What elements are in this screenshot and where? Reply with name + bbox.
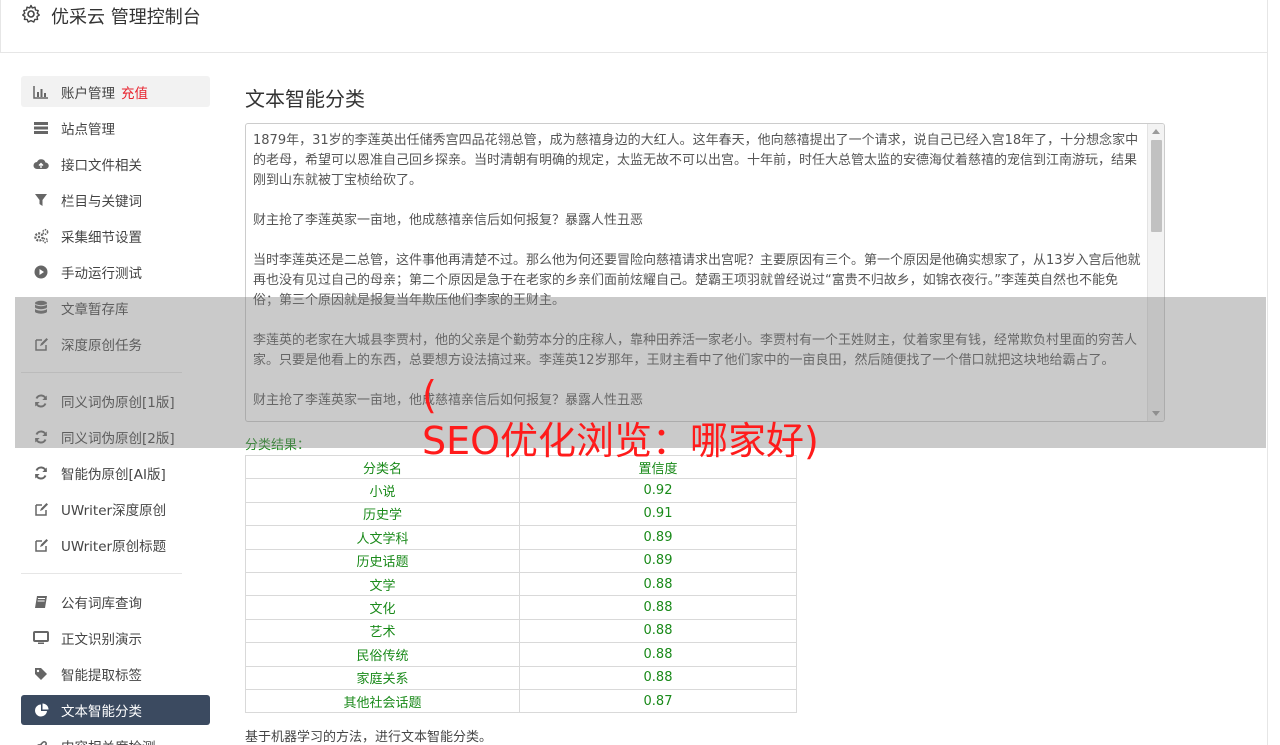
- sidebar-item-label: 接口文件相关: [61, 158, 142, 174]
- cloud-upload-icon: [33, 156, 49, 172]
- server-icon: [33, 120, 49, 136]
- sidebar-item-label: 正文识别演示: [61, 632, 142, 648]
- text-paragraph: 1879年，31岁的李莲英出任储秀宫四品花翎总管，成为慈禧身边的大红人。这年春天…: [253, 133, 1139, 188]
- sidebar-item-uwriter-title[interactable]: UWriter原创标题: [21, 527, 210, 563]
- sidebar-item-smart-ai[interactable]: 智能伪原创[AI版]: [21, 455, 210, 491]
- sidebar-item-manual-test[interactable]: 手动运行测试: [21, 254, 210, 290]
- sidebar-item-interface-files[interactable]: 接口文件相关: [21, 146, 210, 182]
- sidebar-item-columns-keywords[interactable]: 栏目与关键词: [21, 182, 210, 218]
- link-icon: [33, 738, 49, 745]
- confidence-cell: 0.89: [519, 548, 797, 573]
- category-cell: 家庭关系: [245, 665, 520, 690]
- sidebar-item-label: UWriter原创标题: [61, 539, 167, 555]
- overlay-line-2: SEO优化浏览：哪家好): [422, 419, 819, 463]
- footnote-text: 基于机器学习的方法，进行文本智能分类。: [245, 730, 493, 745]
- tag-icon: [33, 666, 49, 682]
- confidence-cell: 0.88: [519, 618, 797, 644]
- sidebar-item-relevance-check[interactable]: 内容相关度检测: [21, 728, 210, 745]
- gears-icon: [33, 228, 49, 244]
- category-cell: 艺术: [245, 618, 520, 644]
- filter-icon: [33, 192, 49, 208]
- pie-chart-icon: [33, 702, 49, 718]
- table-row: 历史学 0.91: [245, 501, 797, 527]
- confidence-cell: 0.91: [519, 501, 797, 527]
- sidebar-item-label: UWriter深度原创: [61, 503, 167, 519]
- confidence-cell: 0.88: [519, 595, 797, 620]
- table-row: 艺术 0.88: [245, 618, 797, 644]
- confidence-cell: 0.92: [519, 478, 797, 503]
- gear-icon: [22, 4, 40, 23]
- category-cell: 其他社会话题: [245, 688, 520, 714]
- category-cell: 文化: [245, 595, 520, 620]
- refresh-icon: [33, 465, 49, 481]
- sidebar-item-extract-tags[interactable]: 智能提取标签: [21, 656, 210, 692]
- right-border: [1267, 0, 1268, 745]
- sidebar-item-account[interactable]: 账户管理 充值: [21, 76, 210, 107]
- table-row: 其他社会话题 0.87: [245, 688, 797, 714]
- sidebar-item-label: 栏目与关键词: [61, 194, 142, 210]
- bar-chart-icon: [33, 84, 49, 100]
- watermark-overlay-text: ( SEO优化浏览：哪家好): [422, 372, 819, 464]
- sidebar-item-label: 手动运行测试: [61, 266, 142, 282]
- text-paragraph: 财主抢了李莲英家一亩地，他成慈禧亲信后如何报复？暴露人性丑恶: [253, 213, 644, 228]
- sidebar-divider: [21, 573, 182, 574]
- overlay-line-1: (: [422, 373, 437, 417]
- sidebar-item-label: 公有词库查询: [61, 596, 142, 612]
- edit-icon: [33, 537, 49, 553]
- sidebar-item-label: 采集细节设置: [61, 230, 142, 246]
- sidebar-item-uwriter-deep[interactable]: UWriter深度原创: [21, 491, 210, 527]
- category-cell: 文学: [245, 571, 520, 597]
- recharge-link[interactable]: 充值: [121, 82, 148, 102]
- sidebar-item-sites[interactable]: 站点管理: [21, 110, 210, 146]
- confidence-cell: 0.88: [519, 571, 797, 597]
- main-content: 文本智能分类: [245, 83, 365, 112]
- category-cell: 历史话题: [245, 548, 520, 573]
- classification-result-table: 分类名 置信度 小说 0.92 历史学 0.91 人文学科 0.89 历史话题 0.89…: [245, 454, 797, 714]
- page-title: 文本智能分类: [245, 87, 365, 111]
- sidebar-item-label: 账户管理: [61, 85, 115, 102]
- sidebar-item-text-classify[interactable]: 文本智能分类: [21, 695, 210, 725]
- table-row: 历史话题 0.89: [245, 548, 797, 573]
- sidebar-item-public-lexicon[interactable]: 公有词库查询: [21, 584, 210, 620]
- confidence-cell: 0.89: [519, 525, 797, 550]
- sidebar-item-body-recognition[interactable]: 正文识别演示: [21, 620, 210, 656]
- play-circle-icon: [33, 264, 49, 280]
- category-cell: 民俗传统: [245, 642, 520, 667]
- category-cell: 人文学科: [245, 525, 520, 550]
- table-row: 文化 0.88: [245, 595, 797, 620]
- confidence-cell: 0.87: [519, 688, 797, 714]
- confidence-cell: 0.88: [519, 642, 797, 667]
- app-title: 优采云 管理控制台: [51, 7, 201, 28]
- sidebar-item-label: 站点管理: [61, 122, 115, 138]
- table-row: 家庭关系 0.88: [245, 665, 797, 690]
- edit-icon: [33, 501, 49, 517]
- category-cell: 小说: [245, 478, 520, 503]
- sidebar-item-label: 文本智能分类: [61, 704, 142, 720]
- table-row: 民俗传统 0.88: [245, 642, 797, 667]
- table-row: 小说 0.92: [245, 478, 797, 503]
- book-icon: [33, 594, 49, 610]
- scroll-up-arrow-icon[interactable]: [1152, 129, 1160, 134]
- category-cell: 历史学: [245, 501, 520, 527]
- sidebar-item-collect-settings[interactable]: 采集细节设置: [21, 218, 210, 254]
- sidebar-item-label: 智能伪原创[AI版]: [61, 467, 166, 483]
- table-row: 人文学科 0.89: [245, 525, 797, 550]
- sidebar-item-label: 智能提取标签: [61, 668, 142, 684]
- top-header: 优采云 管理控制台: [0, 0, 1268, 53]
- monitor-icon: [33, 630, 49, 646]
- sidebar-item-label: 内容相关度检测: [61, 736, 156, 745]
- scroll-thumb[interactable]: [1151, 140, 1162, 232]
- confidence-cell: 0.88: [519, 665, 797, 690]
- table-row: 文学 0.88: [245, 571, 797, 597]
